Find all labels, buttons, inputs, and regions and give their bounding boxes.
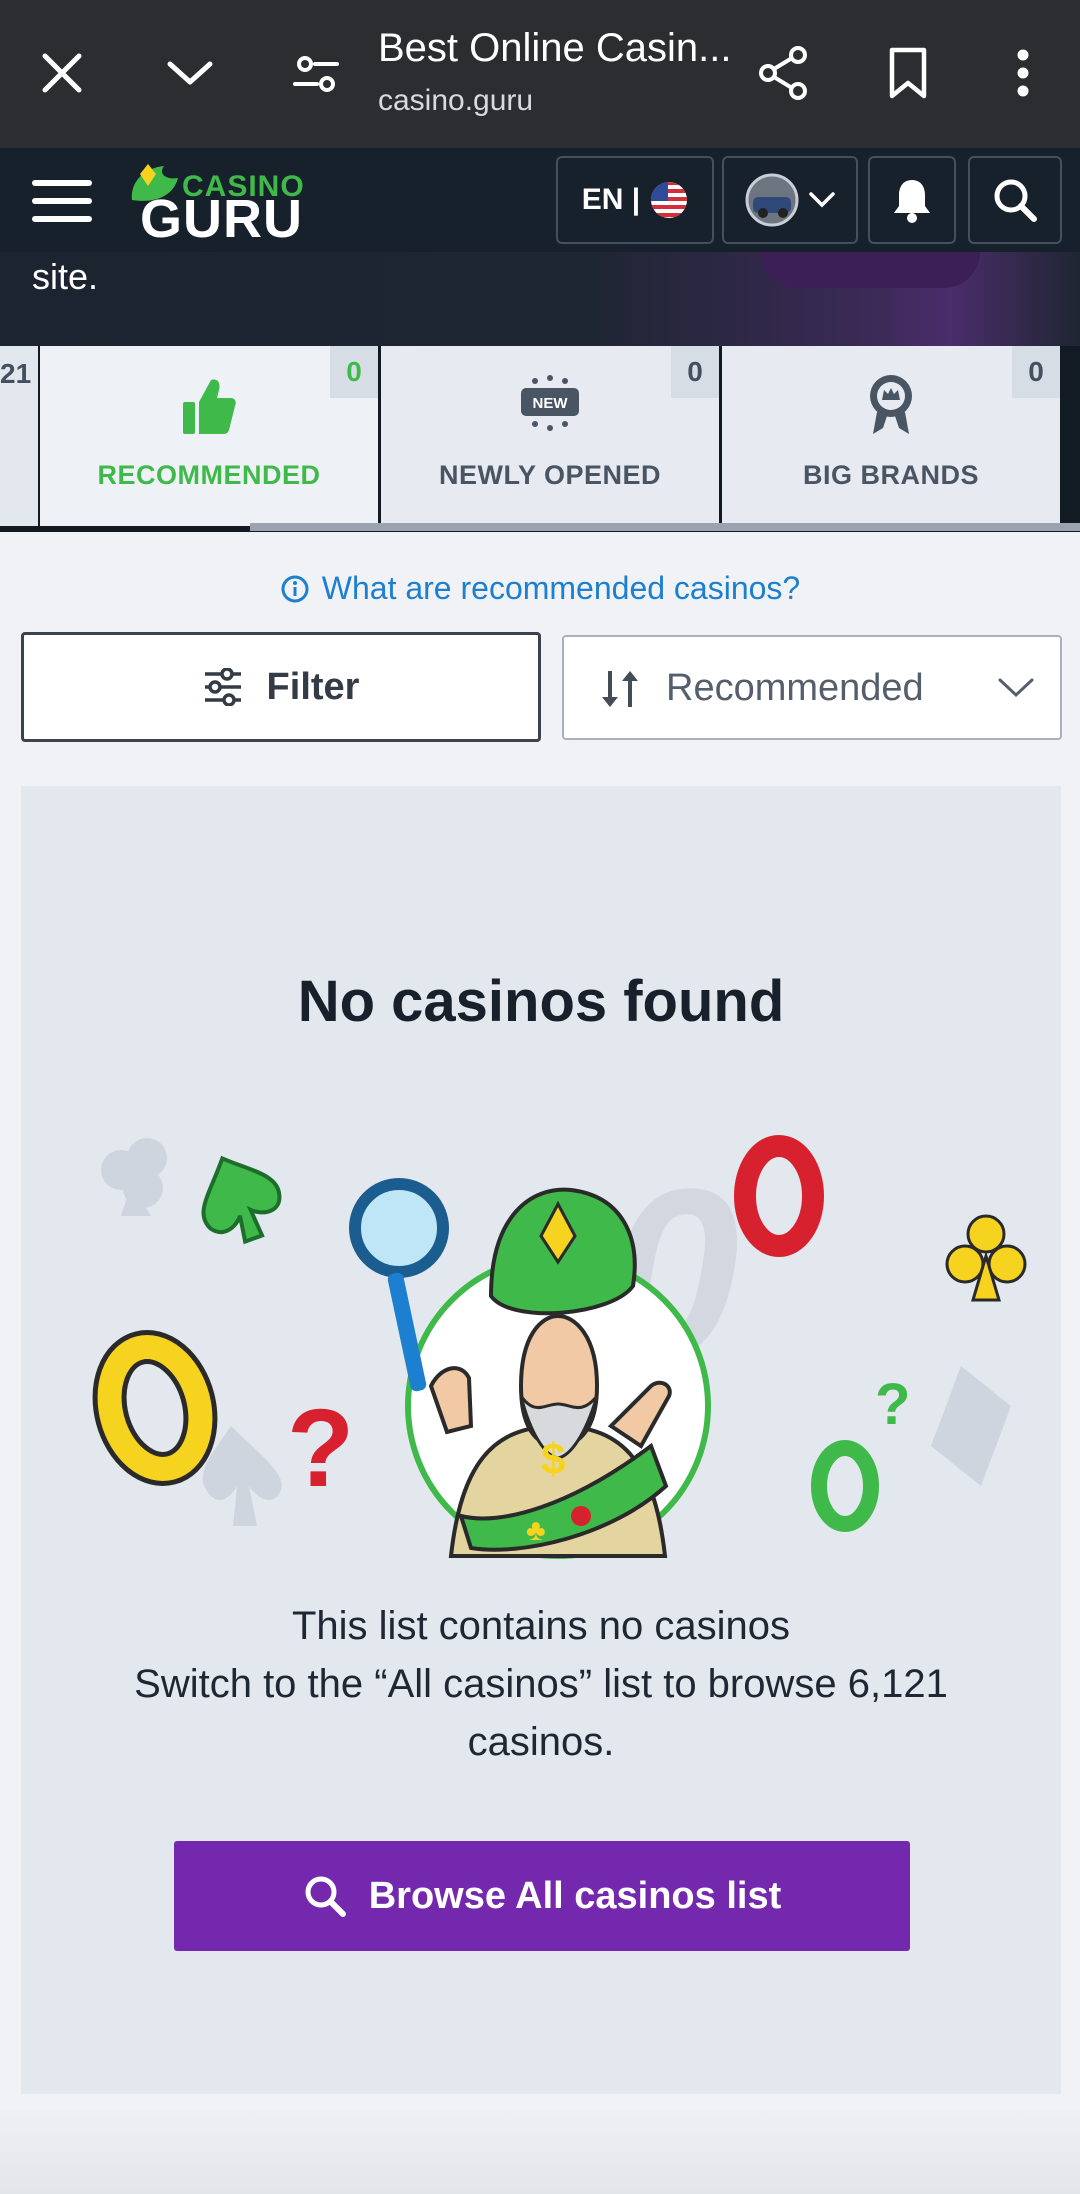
bookmark-icon[interactable]: [876, 40, 940, 106]
avatar: [745, 173, 799, 227]
site-header: CASINO GURU EN |: [0, 148, 1080, 252]
new-badge-text: NEW: [533, 395, 569, 412]
tabs-scroll-indicator: [250, 523, 1080, 531]
sort-select[interactable]: Recommended: [562, 635, 1062, 740]
language-label: EN |: [581, 183, 641, 216]
award-ribbon-icon: [870, 375, 912, 434]
thumbs-up-icon: [183, 379, 236, 434]
browser-toolbar: Best Online Casin... casino.guru: [0, 0, 1080, 148]
page-url[interactable]: casino.guru: [378, 84, 533, 118]
tab-newly-opened[interactable]: 0 NEW NEWLY OPENED: [381, 346, 719, 526]
tab-label: RECOMMENDED: [97, 460, 321, 490]
us-flag-icon: [651, 182, 688, 218]
zero-red-icon: [734, 1135, 824, 1257]
language-selector[interactable]: EN |: [556, 156, 714, 244]
svg-text:$: $: [541, 1435, 565, 1484]
empty-message-line3: casinos.: [467, 1720, 615, 1764]
sort-arrows-icon: [602, 671, 638, 707]
logo-guru-text: GURU: [140, 189, 303, 249]
club-yellow-icon: [945, 1214, 1027, 1302]
tab-previous-count: 21: [0, 358, 32, 389]
hamburger-menu-icon[interactable]: [32, 178, 94, 224]
tab-label: NEWLY OPENED: [438, 460, 662, 490]
spade-green-icon: [201, 1155, 282, 1245]
zero-green-icon: [811, 1440, 879, 1532]
hero-text: site.: [32, 256, 99, 297]
empty-state-panel: No casinos found 0 ? ? ♣ $ This list con…: [21, 786, 1061, 2094]
filter-label: Filter: [266, 665, 360, 708]
close-icon[interactable]: [32, 40, 92, 106]
new-badge-icon: NEW: [521, 375, 579, 431]
question-green-icon: ?: [875, 1372, 910, 1437]
page-bottom-shade: [0, 2110, 1080, 2194]
info-link-text: What are recommended casinos?: [321, 570, 801, 606]
sort-selected-value: Recommended: [666, 667, 924, 709]
tab-previous-partial[interactable]: 21: [0, 346, 38, 526]
chevron-down-icon: [809, 192, 835, 208]
browse-button-label: Browse All casinos list: [368, 1874, 782, 1917]
tab-count: 0: [1012, 346, 1060, 398]
empty-message-line2: Switch to the “All casinos” list to brow…: [134, 1662, 948, 1706]
tab-count: 0: [330, 346, 378, 398]
hero-banner: site.: [0, 252, 1080, 346]
sliders-icon: [204, 668, 241, 706]
empty-state-title: No casinos found: [297, 969, 785, 1034]
empty-message-line1: This list contains no casinos: [291, 1604, 790, 1648]
site-logo[interactable]: CASINO GURU: [126, 154, 306, 249]
chevron-down-icon[interactable]: [160, 40, 220, 106]
page-title[interactable]: Best Online Casin...: [378, 26, 732, 71]
site-settings-icon[interactable]: [284, 44, 348, 104]
chevron-down-icon: [998, 678, 1034, 698]
search-icon: [305, 1876, 346, 1917]
hero-character-shadow: [760, 252, 980, 288]
search-icon: [994, 179, 1037, 222]
notifications-button[interactable]: [868, 156, 956, 244]
info-icon: [281, 575, 309, 602]
user-account-menu[interactable]: [722, 156, 858, 244]
browse-all-casinos-button[interactable]: Browse All casinos list: [174, 1841, 910, 1951]
filter-button[interactable]: Filter: [21, 632, 541, 742]
share-icon[interactable]: [752, 40, 816, 106]
bell-icon: [894, 180, 930, 223]
recommended-info-link[interactable]: What are recommended casinos?: [0, 570, 1080, 607]
clubs-faded-icon: [101, 1138, 167, 1216]
tab-label: BIG BRANDS: [802, 460, 979, 490]
tab-count: 0: [671, 346, 719, 398]
svg-text:♣: ♣: [526, 1514, 546, 1547]
search-button[interactable]: [968, 156, 1062, 244]
question-red-icon: ?: [287, 1387, 354, 1510]
guru-searching-illustration: 0 ? ? ♣ $: [92, 1135, 1027, 1559]
tab-big-brands[interactable]: 0 BIG BRANDS: [722, 346, 1060, 526]
tab-recommended[interactable]: 0 RECOMMENDED: [40, 346, 378, 526]
casino-list-tabs: 21 0 RECOMMENDED 0 NEW NEWLY OPENED 0 BI…: [0, 346, 1080, 532]
diamond-faded-icon: [931, 1366, 1011, 1486]
more-vert-icon[interactable]: [998, 40, 1048, 106]
